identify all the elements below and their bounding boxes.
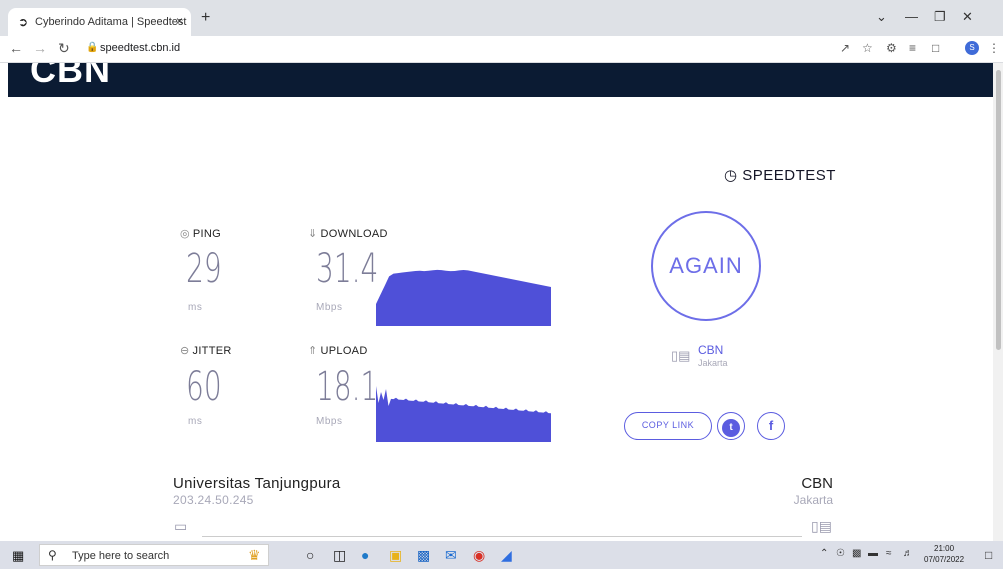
taskbar-clock[interactable]: 21:00 07/07/2022 bbox=[924, 543, 964, 565]
tab-title: Cyberindo Aditama | Speedtest bbox=[35, 16, 187, 28]
tray-chevron-icon[interactable]: ⌃ bbox=[820, 548, 828, 559]
url-field[interactable]: speedtest.cbn.id bbox=[100, 42, 180, 54]
windows-start-icon[interactable]: ▦ bbox=[12, 548, 24, 564]
server-location: Jakarta bbox=[698, 358, 728, 368]
jitter-label: ⊖ JITTER bbox=[180, 344, 232, 357]
search-icon: ⚲ bbox=[48, 548, 57, 562]
bookmark-star-icon[interactable]: ☆ bbox=[862, 41, 873, 55]
cbn-logo[interactable]: CBN bbox=[30, 63, 111, 91]
extensions-icon[interactable]: ⚙ bbox=[886, 41, 897, 55]
copy-link-button[interactable]: COPY LINK bbox=[624, 412, 712, 440]
tray-wifi-icon[interactable]: ≈ bbox=[886, 548, 892, 559]
download-unit: Mbps bbox=[316, 302, 343, 313]
reload-icon[interactable]: ↻ bbox=[58, 40, 70, 57]
host-location: Jakarta bbox=[793, 493, 833, 507]
side-panel-icon[interactable]: □ bbox=[932, 41, 939, 55]
scrollbar-thumb[interactable] bbox=[996, 70, 1001, 350]
connection-line bbox=[202, 536, 802, 537]
menu-kebab-icon[interactable]: ⋮ bbox=[988, 41, 1000, 55]
address-bar: ← → ↻ 🔒 speedtest.cbn.id ↗ ☆ ⚙ ≡ □ ⋮ bbox=[0, 36, 1003, 63]
download-label: ⇓ DOWNLOAD bbox=[308, 227, 388, 240]
chrome-icon[interactable]: ◉ bbox=[473, 547, 485, 564]
ping-icon: ◎ bbox=[180, 228, 190, 240]
tab-close-icon[interactable]: × bbox=[176, 14, 183, 28]
jitter-value: 60 bbox=[186, 364, 222, 410]
close-window-icon[interactable]: ✕ bbox=[962, 9, 973, 25]
reading-list-icon[interactable]: ≡ bbox=[909, 41, 916, 55]
forward-icon[interactable]: → bbox=[33, 40, 47, 56]
site-header: CBN bbox=[8, 63, 993, 97]
profile-avatar[interactable]: S bbox=[965, 41, 979, 55]
ping-label-text: PING bbox=[192, 228, 221, 240]
clock-time: 21:00 bbox=[934, 544, 955, 553]
speedtest-brand: ◷ SPEEDTEST bbox=[724, 166, 836, 184]
upload-icon: ⇑ bbox=[308, 345, 318, 357]
back-icon[interactable]: ← bbox=[9, 40, 23, 56]
speedtest-brand-label: SPEEDTEST bbox=[742, 167, 836, 184]
taskbar-search-box[interactable]: ⚲ Type here to search bbox=[39, 544, 269, 566]
isp-ip: 203.24.50.245 bbox=[173, 493, 254, 507]
notification-icon[interactable]: □ bbox=[985, 548, 992, 562]
lock-icon[interactable]: 🔒 bbox=[86, 42, 98, 53]
ping-label: ◎ PING bbox=[180, 227, 221, 240]
tab-search-chevron-icon[interactable]: ⌄ bbox=[876, 9, 887, 25]
mail-icon[interactable]: ✉ bbox=[445, 547, 457, 564]
upload-label: ⇑ UPLOAD bbox=[308, 344, 368, 357]
tray-meet-icon[interactable]: ▩ bbox=[852, 548, 861, 559]
tray-app-icon[interactable]: ☉ bbox=[836, 548, 845, 559]
jitter-unit: ms bbox=[188, 416, 203, 427]
client-device-icon: ▭ bbox=[174, 518, 188, 534]
tray-network-icon[interactable]: ▬ bbox=[868, 548, 878, 559]
upload-label-text: UPLOAD bbox=[320, 345, 368, 357]
ping-unit: ms bbox=[188, 302, 203, 313]
jitter-icon: ⊖ bbox=[180, 345, 190, 357]
download-value: 31.4 bbox=[316, 246, 379, 292]
download-icon: ⇓ bbox=[308, 228, 318, 240]
jitter-label-text: JITTER bbox=[192, 345, 232, 357]
new-tab-button[interactable]: + bbox=[201, 10, 210, 26]
isp-name: Universitas Tanjungpura bbox=[173, 475, 341, 492]
server-device-icon: ▯▤ bbox=[811, 518, 832, 534]
windows-taskbar: ▦ ⚲ Type here to search ♛ ○ ◫ ● ▣ ▩ ✉ ◉ … bbox=[0, 541, 1003, 569]
minimize-icon[interactable]: — bbox=[905, 9, 918, 24]
cortana-lighthouse-icon[interactable]: ♛ bbox=[248, 547, 261, 564]
server-name[interactable]: CBN bbox=[698, 343, 723, 357]
upload-graph-area bbox=[376, 386, 551, 442]
app-icon[interactable]: ◢ bbox=[501, 547, 512, 564]
task-view-icon[interactable]: ◫ bbox=[333, 547, 346, 564]
download-graph bbox=[376, 269, 551, 326]
file-explorer-icon[interactable]: ▣ bbox=[389, 547, 402, 564]
tray-volume-icon[interactable]: ♬ bbox=[903, 548, 913, 559]
upload-graph bbox=[376, 386, 551, 442]
download-label-text: DOWNLOAD bbox=[320, 228, 388, 240]
edge-browser-icon[interactable]: ● bbox=[361, 547, 369, 563]
twitter-icon: t bbox=[722, 419, 740, 437]
restore-icon[interactable]: ❐ bbox=[934, 9, 946, 25]
task-view-circle-icon[interactable]: ○ bbox=[306, 547, 314, 563]
upload-value: 18.1 bbox=[316, 364, 379, 410]
store-icon[interactable]: ▩ bbox=[417, 547, 430, 564]
server-icon: ▯▤ bbox=[671, 348, 691, 363]
taskbar-search-placeholder: Type here to search bbox=[72, 550, 170, 562]
share-icon[interactable]: ↗ bbox=[840, 41, 850, 55]
facebook-button[interactable]: f bbox=[757, 412, 785, 440]
clock-date: 07/07/2022 bbox=[924, 555, 965, 564]
again-button[interactable]: AGAIN bbox=[651, 211, 761, 321]
site-favicon-icon: ➲ bbox=[18, 15, 29, 29]
twitter-button[interactable]: t bbox=[717, 412, 745, 440]
ping-value: 29 bbox=[186, 246, 222, 292]
browser-tab-strip: ➲ Cyberindo Aditama | Speedtest × + ⌄ — … bbox=[0, 0, 1003, 36]
upload-unit: Mbps bbox=[316, 416, 343, 427]
host-name[interactable]: CBN bbox=[801, 475, 833, 492]
facebook-icon: f bbox=[768, 418, 774, 433]
download-graph-area bbox=[376, 269, 551, 326]
browser-tab[interactable]: ➲ Cyberindo Aditama | Speedtest × bbox=[8, 8, 191, 36]
speedometer-icon: ◷ bbox=[724, 167, 738, 184]
